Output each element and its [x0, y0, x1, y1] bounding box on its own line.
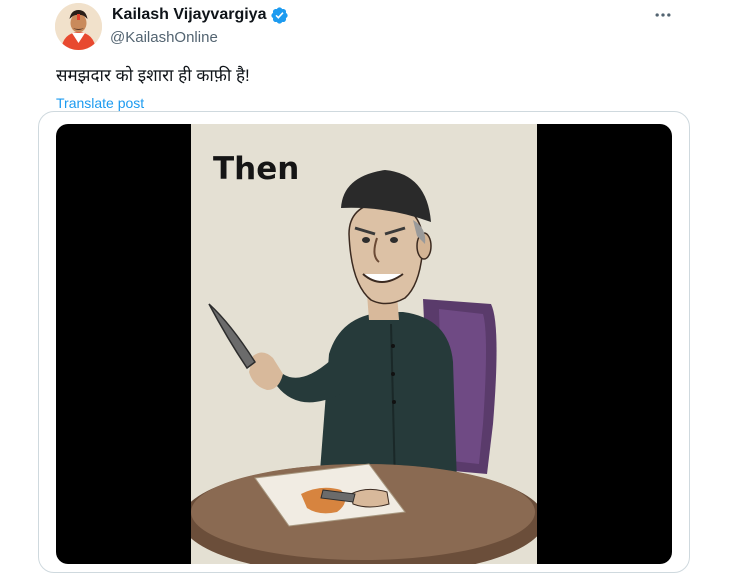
video-player[interactable]: Then — [56, 124, 672, 564]
more-options-button[interactable] — [650, 2, 676, 28]
verified-badge-icon — [270, 5, 289, 25]
avatar-portrait-image — [55, 3, 102, 50]
tweet: Kailash Vijayvargiya @KailashOnline समझद… — [0, 0, 730, 573]
cartoon-illustration — [191, 124, 537, 564]
video-caption-text: Then — [213, 151, 300, 187]
author-name-row: Kailash Vijayvargiya — [112, 5, 289, 25]
author-handle[interactable]: @KailashOnline — [110, 28, 218, 48]
author-display-name[interactable]: Kailash Vijayvargiya — [112, 5, 266, 25]
avatar[interactable] — [55, 3, 102, 50]
translate-post-link[interactable]: Translate post — [56, 93, 144, 113]
post-text: समझदार को इशारा ही काफ़ी है! — [56, 66, 250, 85]
more-horizontal-icon — [655, 13, 671, 17]
